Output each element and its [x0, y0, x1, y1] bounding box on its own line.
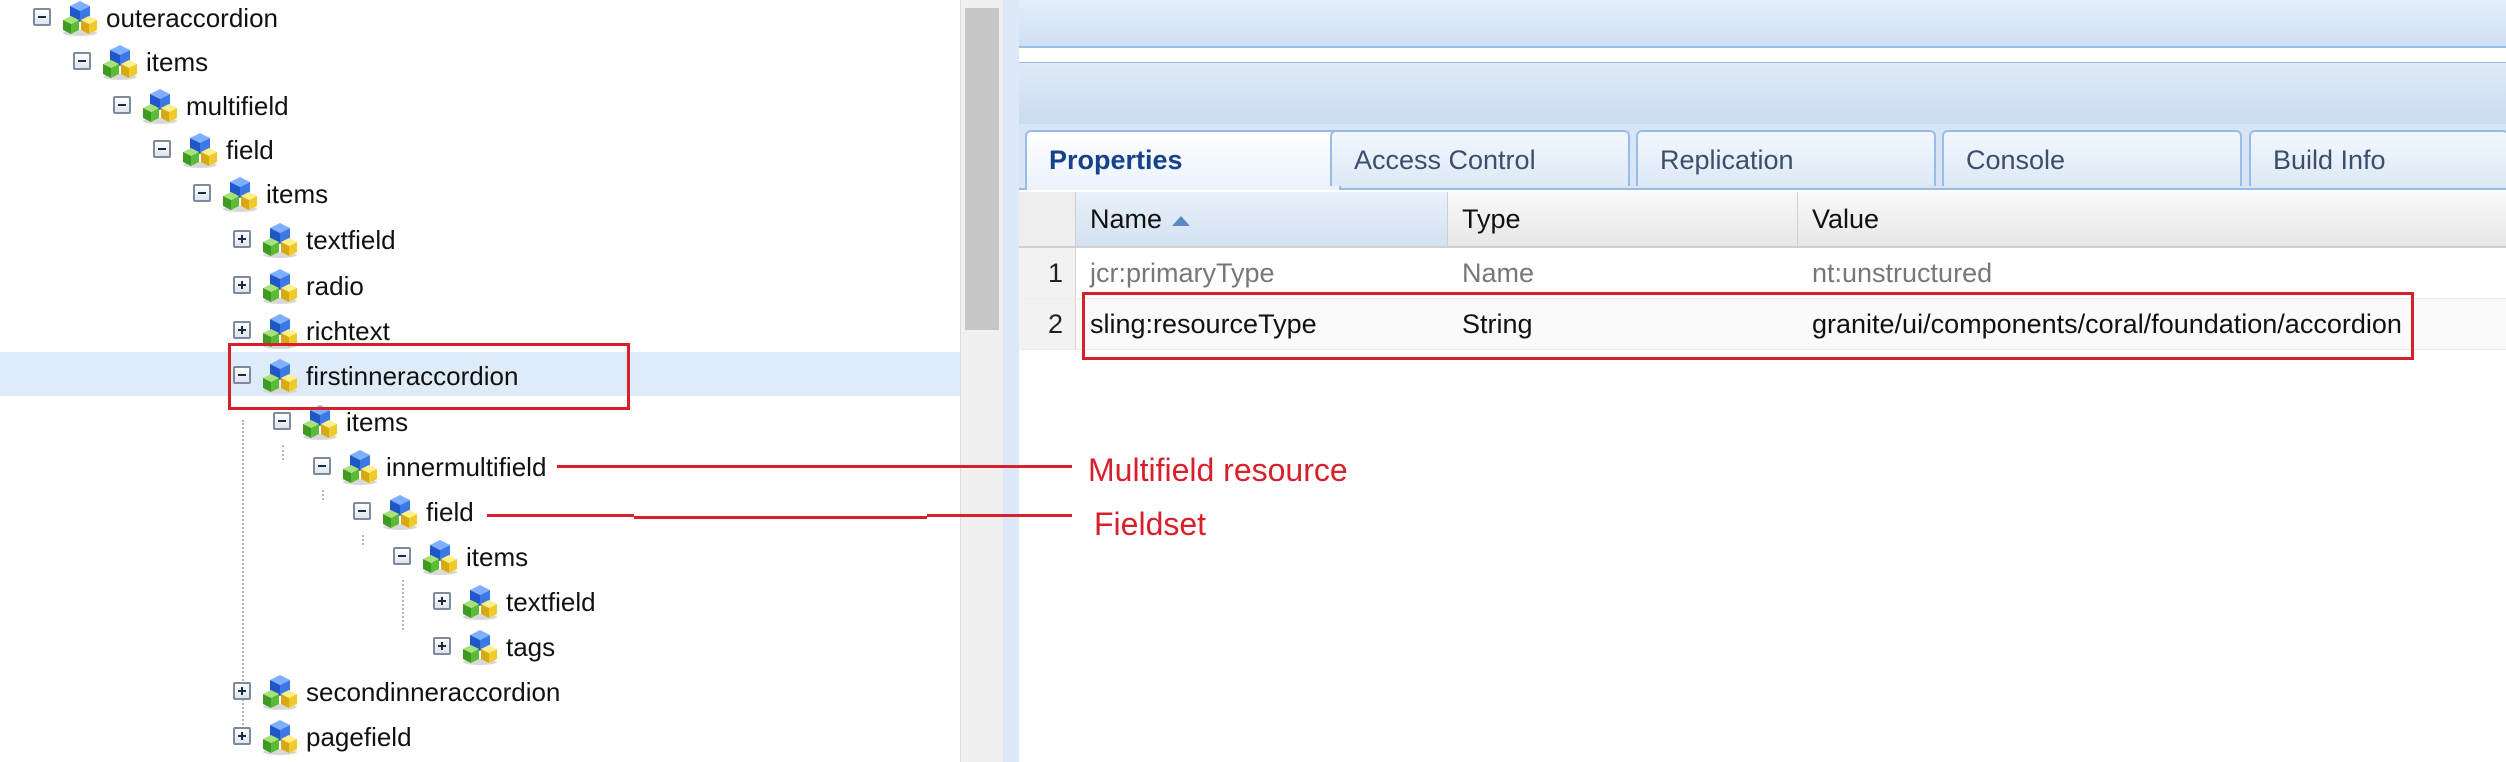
expand-plus-icon[interactable]	[233, 321, 251, 339]
tree-node-label[interactable]: items	[466, 542, 528, 572]
collapse-minus-icon[interactable]	[73, 52, 91, 70]
tree-node-label[interactable]: textfield	[306, 225, 396, 255]
expand-plus-icon[interactable]	[233, 276, 251, 294]
highlight-box-resourcetype	[1082, 292, 2414, 360]
annotation-label-fieldset: Fieldset	[1094, 506, 1207, 542]
panel-toolbar	[1019, 0, 2506, 48]
collapse-minus-icon[interactable]	[313, 457, 331, 475]
node-cube-icon	[220, 175, 260, 213]
property-value[interactable]: nt:unstructured	[1812, 248, 1992, 298]
column-header-value[interactable]: Value	[1798, 192, 2506, 246]
collapse-minus-icon[interactable]	[33, 8, 51, 26]
tree-node-label[interactable]: textfield	[506, 587, 596, 617]
sort-ascending-icon	[1172, 215, 1191, 226]
expand-plus-icon[interactable]	[433, 637, 451, 655]
node-cube-icon	[380, 493, 420, 531]
node-cube-icon	[180, 131, 220, 169]
node-cube-icon	[420, 538, 460, 576]
tree-node-label[interactable]: tags	[506, 632, 555, 662]
tree-node-label[interactable]: field	[226, 135, 274, 165]
expand-plus-icon[interactable]	[233, 727, 251, 745]
expand-plus-icon[interactable]	[233, 682, 251, 700]
tree-node-label[interactable]: field	[426, 497, 474, 527]
tree-node-label[interactable]: items	[346, 407, 408, 437]
collapse-minus-icon[interactable]	[353, 502, 371, 520]
properties-panel: Properties Access Control Replication Co…	[1019, 0, 2506, 762]
highlight-box-firstinneraccordion	[228, 343, 630, 410]
row-number: 1	[1019, 248, 1076, 298]
tab-access-control[interactable]: Access Control	[1330, 130, 1630, 186]
annotation-line-multifield	[557, 465, 1072, 468]
scrollbar-thumb[interactable]	[965, 8, 999, 330]
tree-node-label[interactable]: richtext	[306, 316, 390, 346]
tree-node-field[interactable]: field	[0, 126, 960, 170]
collapse-minus-icon[interactable]	[193, 184, 211, 202]
tree-node-items[interactable]: items	[0, 533, 960, 577]
expand-plus-icon[interactable]	[433, 592, 451, 610]
tree-node-textfield[interactable]: textfield	[0, 578, 960, 622]
collapse-minus-icon[interactable]	[393, 547, 411, 565]
node-cube-icon	[460, 583, 500, 621]
property-type[interactable]: Name	[1462, 248, 1534, 298]
tab-console[interactable]: Console	[1942, 130, 2242, 186]
tree-node-label[interactable]: radio	[306, 271, 364, 301]
node-cube-icon	[260, 673, 300, 711]
tree-scrollbar[interactable]	[960, 0, 1004, 762]
tree-node-outeraccordion[interactable]: outeraccordion	[0, 0, 960, 38]
tree-node-field[interactable]: field	[0, 488, 960, 532]
expand-plus-icon[interactable]	[233, 230, 251, 248]
annotation-line-fieldset	[927, 514, 1072, 517]
tree-node-label[interactable]: multifield	[186, 91, 289, 121]
node-cube-icon	[60, 0, 100, 37]
node-cube-icon	[260, 267, 300, 305]
collapse-minus-icon[interactable]	[273, 412, 291, 430]
node-cube-icon	[140, 87, 180, 125]
column-header-label: Name	[1090, 204, 1163, 234]
tree-node-pagefield[interactable]: pagefield	[0, 713, 960, 757]
node-cube-icon	[340, 448, 380, 486]
pane-splitter[interactable]	[1003, 0, 1020, 762]
tab-properties[interactable]: Properties	[1025, 130, 1341, 190]
panel-header	[1019, 62, 2506, 126]
column-header-name[interactable]: Name	[1076, 192, 1448, 246]
tree-node-items[interactable]: items	[0, 38, 960, 82]
tree-node-radio[interactable]: radio	[0, 262, 960, 306]
tab-replication[interactable]: Replication	[1636, 130, 1936, 186]
row-number: 2	[1019, 299, 1076, 349]
grid-header: Name Type Value	[1019, 192, 2506, 248]
property-name[interactable]: jcr:primaryType	[1090, 248, 1275, 298]
tree-node-secondinneraccordion[interactable]: secondinneraccordion	[0, 668, 960, 712]
collapse-minus-icon[interactable]	[153, 140, 171, 158]
tree-node-textfield[interactable]: textfield	[0, 216, 960, 260]
node-cube-icon	[100, 43, 140, 81]
node-cube-icon	[260, 221, 300, 259]
tree-node-label[interactable]: items	[266, 179, 328, 209]
annotation-label-multifield: Multifield resource	[1088, 452, 1348, 488]
tree-node-items[interactable]: items	[0, 170, 960, 214]
node-cube-icon	[460, 628, 500, 666]
tree-node-label[interactable]: outeraccordion	[106, 3, 278, 33]
tab-strip: Properties Access Control Replication Co…	[1019, 124, 2506, 190]
tree-node-label[interactable]: innermultifield	[386, 452, 546, 482]
rownumber-header	[1019, 192, 1076, 246]
column-header-type[interactable]: Type	[1448, 192, 1798, 246]
annotation-line-fieldset	[487, 514, 634, 517]
tree-node-tags[interactable]: tags	[0, 623, 960, 667]
collapse-minus-icon[interactable]	[113, 96, 131, 114]
tree-node-multifield[interactable]: multifield	[0, 82, 960, 126]
tree-node-label[interactable]: pagefield	[306, 722, 412, 752]
node-cube-icon	[260, 718, 300, 756]
tab-build-info[interactable]: Build Info	[2249, 130, 2506, 186]
annotation-line-fieldset	[634, 516, 927, 519]
tree-node-label[interactable]: secondinneraccordion	[306, 677, 560, 707]
tree-node-label[interactable]: items	[146, 47, 208, 77]
